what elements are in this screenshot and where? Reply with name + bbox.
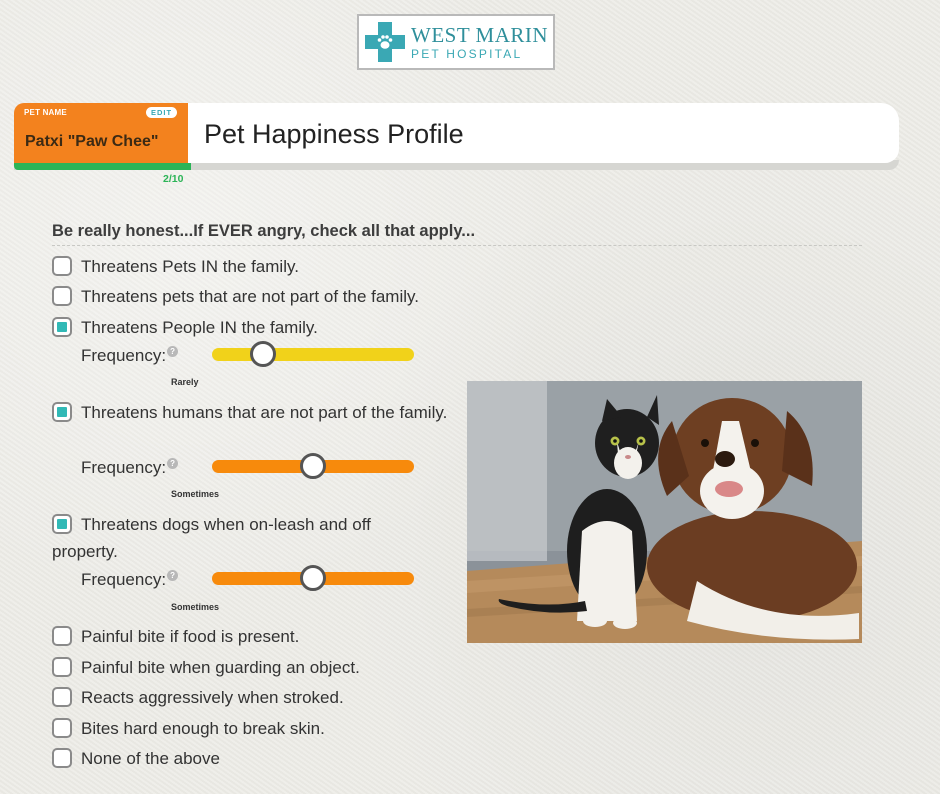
option-threatens-humans-not-family[interactable]: Threatens humans that are not part of th…	[52, 399, 452, 426]
option-label: Painful bite when guarding an object.	[81, 658, 360, 677]
option-painful-bite-food[interactable]: Painful bite if food is present.	[52, 623, 299, 650]
slider-thumb[interactable]	[249, 341, 276, 367]
checkbox[interactable]	[52, 256, 72, 276]
cat-and-dog-photo	[467, 381, 862, 643]
option-label: Bites hard enough to break skin.	[81, 719, 325, 738]
medical-cross-icon	[365, 22, 405, 62]
option-threatens-people-in-family[interactable]: Threatens People IN the family.	[52, 314, 318, 341]
checkbox[interactable]	[52, 657, 72, 677]
option-bites-break-skin[interactable]: Bites hard enough to break skin.	[52, 715, 325, 742]
checkbox[interactable]	[52, 402, 72, 422]
progress-text: 2/10	[163, 173, 184, 185]
frequency-slider[interactable]	[212, 453, 414, 479]
option-label: Threatens People IN the family.	[81, 318, 318, 337]
frequency-value: Sometimes	[171, 602, 220, 612]
page-title: Pet Happiness Profile	[204, 119, 464, 149]
frequency-label: Frequency:?	[81, 346, 179, 366]
checkbox[interactable]	[52, 514, 72, 534]
checkbox[interactable]	[52, 626, 72, 646]
question-heading: Be really honest...If EVER angry, check …	[52, 222, 862, 246]
frequency-value: Sometimes	[171, 489, 220, 499]
logo-line-2: PET HOSPITAL	[411, 46, 523, 61]
option-threatens-pets-in-family[interactable]: Threatens Pets IN the family.	[52, 253, 299, 280]
edit-pet-button[interactable]: EDIT	[146, 107, 178, 118]
checkbox[interactable]	[52, 718, 72, 738]
checkbox[interactable]	[52, 286, 72, 306]
checkbox[interactable]	[52, 317, 72, 337]
option-label: Threatens Pets IN the family.	[81, 257, 299, 276]
checkbox[interactable]	[52, 687, 72, 707]
option-threatens-pets-not-family[interactable]: Threatens pets that are not part of the …	[52, 283, 419, 310]
option-label: Reacts aggressively when stroked.	[81, 688, 344, 707]
option-label: None of the above	[81, 749, 220, 768]
option-painful-bite-guarding[interactable]: Painful bite when guarding an object.	[52, 654, 360, 681]
slider-thumb[interactable]	[300, 565, 326, 591]
frequency-slider[interactable]	[212, 341, 414, 367]
slider-thumb[interactable]	[300, 453, 326, 479]
progress-fill	[14, 163, 191, 170]
option-label: Painful bite if food is present.	[81, 627, 300, 646]
help-icon[interactable]: ?	[167, 458, 179, 469]
help-icon[interactable]: ?	[167, 346, 179, 357]
paw-icon	[377, 35, 393, 49]
option-label: Threatens humans that are not part of th…	[81, 403, 448, 422]
frequency-slider[interactable]	[212, 565, 414, 591]
option-threatens-dogs-on-leash[interactable]: Threatens dogs when on-leash and off pro…	[52, 511, 432, 565]
frequency-label: Frequency:?	[81, 570, 179, 590]
help-icon[interactable]: ?	[167, 570, 179, 581]
frequency-value: Rarely	[171, 377, 199, 387]
checkbox[interactable]	[52, 748, 72, 768]
pet-name: Patxi "Paw Chee"	[25, 133, 159, 150]
option-label: Threatens dogs when on-leash and off pro…	[52, 515, 371, 561]
option-none-of-the-above[interactable]: None of the above	[52, 745, 220, 772]
frequency-label: Frequency:?	[81, 458, 179, 478]
pet-name-card: PET NAME EDIT Patxi "Paw Chee"	[14, 103, 188, 165]
hospital-logo: WEST MARIN PET HOSPITAL	[357, 14, 555, 70]
option-reacts-when-stroked[interactable]: Reacts aggressively when stroked.	[52, 684, 344, 711]
option-label: Threatens pets that are not part of the …	[81, 287, 419, 306]
logo-line-1: WEST MARIN	[411, 22, 549, 47]
pet-name-label: PET NAME	[24, 108, 67, 117]
